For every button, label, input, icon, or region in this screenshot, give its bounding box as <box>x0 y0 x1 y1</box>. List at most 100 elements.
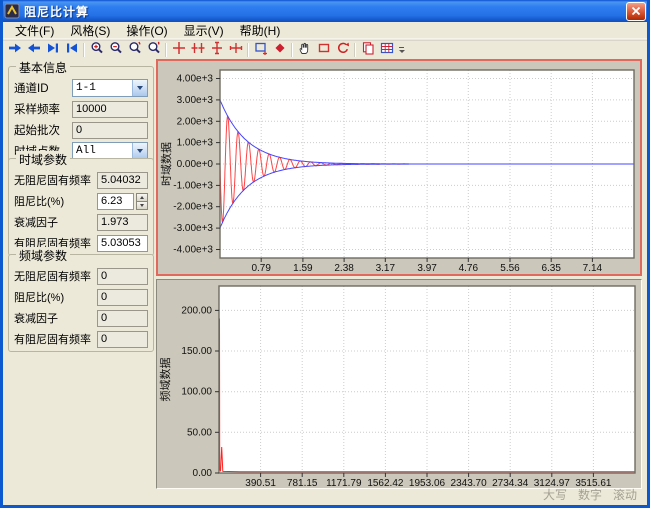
svg-text:-2.00e+3: -2.00e+3 <box>173 202 213 213</box>
svg-text:1.59: 1.59 <box>293 263 313 274</box>
field-row-fd-damped-frequency: 有阻尼固有频率 <box>14 330 148 348</box>
svg-text:2343.70: 2343.70 <box>451 478 488 488</box>
start-batch-field[interactable] <box>72 122 148 139</box>
zoom-reset-y-button[interactable] <box>144 41 163 58</box>
td-damping-ratio-field[interactable] <box>97 193 134 210</box>
status-indicator-2: 滚动 <box>613 488 637 502</box>
menu-item-4[interactable]: 帮助(H) <box>232 21 289 40</box>
pan-hand-button[interactable] <box>295 41 314 58</box>
svg-text:1.00e+3: 1.00e+3 <box>177 138 214 149</box>
box-zoom-icon <box>253 40 269 59</box>
close-button[interactable] <box>626 2 646 21</box>
crop-region-button[interactable] <box>314 41 333 58</box>
toolbar <box>3 40 647 58</box>
zoom-reset-x-icon <box>127 40 143 59</box>
titlebar[interactable]: 阻尼比计算 <box>0 0 650 22</box>
td-damping-ratio-label: 阻尼比(%) <box>14 193 97 209</box>
svg-text:50.00: 50.00 <box>187 427 212 438</box>
copy-page-button[interactable] <box>358 41 377 58</box>
cursor-cross-button[interactable] <box>169 41 188 58</box>
first-record-icon <box>64 40 80 59</box>
dropdown-arrow-icon[interactable] <box>132 80 147 96</box>
fd-damping-ratio-field[interactable] <box>97 289 148 306</box>
arrow-down-icon <box>140 204 144 207</box>
menu-item-1[interactable]: 风格(S) <box>62 21 118 40</box>
group-g3: 频域参数无阻尼固有频率阻尼比(%)衰减因子有阻尼固有频率 <box>8 254 154 352</box>
pan-hand-icon <box>297 40 313 59</box>
menu-item-2[interactable]: 操作(O) <box>118 21 175 40</box>
svg-text:3.97: 3.97 <box>417 263 437 274</box>
svg-text:390.51: 390.51 <box>245 478 276 488</box>
channel-id-select[interactable]: 1-1 <box>72 79 148 97</box>
group-title: 时域参数 <box>16 151 70 168</box>
data-grid-icon <box>379 40 395 59</box>
cursor-double-cross-icon <box>190 40 206 59</box>
field-row-channel-id: 通道ID1-1 <box>14 79 148 97</box>
td-damped-frequency-field[interactable] <box>97 235 148 252</box>
fd-natural-frequency-label: 无阻尼固有频率 <box>14 268 97 284</box>
field-row-sampling-rate: 采样频率 <box>14 100 148 118</box>
zoom-out-button[interactable] <box>106 41 125 58</box>
cursor-horizontal-button[interactable] <box>226 41 245 58</box>
menu-item-3[interactable]: 显示(V) <box>176 21 232 40</box>
toolbar-separator <box>165 43 167 57</box>
status-indicator-0: 大写 <box>543 488 567 502</box>
zoom-reset-y-icon <box>146 40 162 59</box>
next-record-icon <box>45 40 61 59</box>
time-domain-chart[interactable]: 4.00e+33.00e+32.00e+31.00e+30.00e+0-1.00… <box>156 59 642 276</box>
td-decay-factor-label: 衰减因子 <box>14 214 97 230</box>
first-record-button[interactable] <box>62 41 81 58</box>
toolbar-options-button[interactable] <box>397 41 406 58</box>
frequency-domain-chart-svg: 200.00150.00100.0050.000.00390.51781.151… <box>157 280 641 488</box>
zoom-reset-x-button[interactable] <box>125 41 144 58</box>
menu-bar: 文件(F)风格(S)操作(O)显示(V)帮助(H) <box>3 22 647 39</box>
svg-text:5.56: 5.56 <box>500 263 520 274</box>
close-icon <box>631 6 641 16</box>
status-indicator-1: 数字 <box>578 488 602 502</box>
field-row-fd-natural-frequency: 无阻尼固有频率 <box>14 267 148 285</box>
next-record-button[interactable] <box>43 41 62 58</box>
toolbar-separator <box>291 43 293 57</box>
cursor-horizontal-icon <box>228 40 244 59</box>
cursor-vertical-button[interactable] <box>207 41 226 58</box>
data-grid-button[interactable] <box>377 41 396 58</box>
channel-id-value: 1-1 <box>73 82 132 94</box>
rotate-view-button[interactable] <box>333 41 352 58</box>
box-zoom-button[interactable] <box>251 41 270 58</box>
toolbar-separator <box>83 43 85 57</box>
forward-arrow-button[interactable] <box>5 41 24 58</box>
field-row-td-natural-frequency: 无阻尼固有频率 <box>14 171 148 189</box>
back-arrow-button[interactable] <box>24 41 43 58</box>
svg-text:1953.06: 1953.06 <box>409 478 446 488</box>
menu-item-0[interactable]: 文件(F) <box>7 21 62 40</box>
toolbar-separator <box>247 43 249 57</box>
fd-damping-ratio-label: 阻尼比(%) <box>14 289 97 305</box>
dropdown-arrow-icon[interactable] <box>132 143 147 159</box>
spinner-down-button[interactable] <box>136 202 148 210</box>
field-row-fd-damping-ratio: 阻尼比(%) <box>14 288 148 306</box>
time-domain-chart-svg: 4.00e+33.00e+32.00e+31.00e+30.00e+0-1.00… <box>158 61 640 274</box>
crop-region-icon <box>316 40 332 59</box>
fd-damped-frequency-field[interactable] <box>97 331 148 348</box>
fd-natural-frequency-field[interactable] <box>97 268 148 285</box>
svg-text:0.00e+0: 0.00e+0 <box>177 159 214 170</box>
group-title: 基本信息 <box>16 59 70 76</box>
td-decay-factor-field[interactable] <box>97 214 148 231</box>
frequency-domain-chart-ylabel: 频域数据 <box>158 358 172 402</box>
svg-text:3.00e+3: 3.00e+3 <box>177 95 214 106</box>
channel-id-label: 通道ID <box>14 80 72 96</box>
zoom-in-button[interactable] <box>87 41 106 58</box>
frequency-domain-chart[interactable]: 200.00150.00100.0050.000.00390.51781.151… <box>156 279 642 489</box>
cursor-vertical-icon <box>209 40 225 59</box>
spinner-up-button[interactable] <box>136 193 148 202</box>
group-g2: 时域参数无阻尼固有频率阻尼比(%)衰减因子有阻尼固有频率 <box>8 158 154 256</box>
copy-page-icon <box>360 40 376 59</box>
time-domain-chart-ylabel: 时域数据 <box>159 142 173 186</box>
sampling-rate-field[interactable] <box>72 101 148 118</box>
td-natural-frequency-field[interactable] <box>97 172 148 189</box>
group-g1: 基本信息通道ID1-1采样频率起始批次时域点数All <box>8 66 154 164</box>
field-row-td-damping-ratio: 阻尼比(%) <box>14 192 148 210</box>
diamond-marker-button[interactable] <box>270 41 289 58</box>
fd-decay-factor-field[interactable] <box>97 310 148 327</box>
cursor-double-cross-button[interactable] <box>188 41 207 58</box>
